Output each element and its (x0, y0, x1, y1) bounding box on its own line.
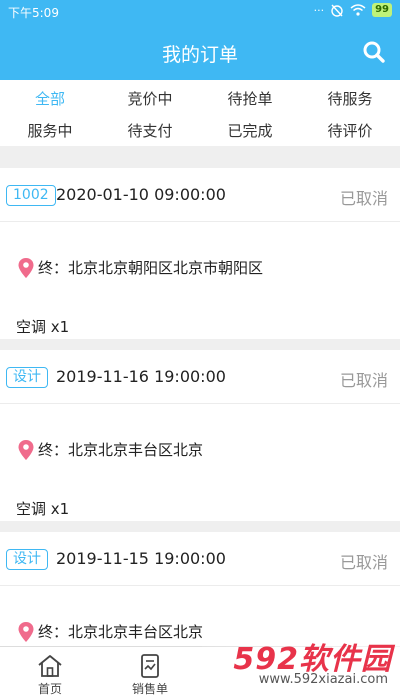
tab-bidding[interactable]: 竞价中 (100, 88, 200, 109)
order-item: 空调 x1 (16, 500, 70, 518)
watermark: 592软件园 www.592xiazai.com (202, 616, 400, 700)
dots-icon: ··· (313, 3, 325, 17)
tab-pending-grab[interactable]: 待抢单 (200, 88, 300, 109)
battery-icon: 99 (372, 3, 392, 17)
order-datetime: 2020-01-10 09:00:00 (56, 185, 226, 204)
order-address-text: 终：北京北京丰台区北京 (38, 441, 204, 459)
order-address: 终：北京北京朝阳区北京市朝阳区 (18, 257, 263, 278)
order-datetime: 2019-11-16 19:00:00 (56, 367, 226, 386)
order-address: 终：北京北京丰台区北京 (18, 439, 203, 460)
order-filter-tabs: 全部 竞价中 待抢单 待服务 服务中 待支付 已完成 待评价 (0, 80, 400, 146)
tab-pending-payment[interactable]: 待支付 (100, 120, 200, 141)
order-tag: 1002 (6, 185, 56, 206)
page-title: 我的订单 (161, 44, 238, 66)
app-header: 下午5:09 ··· 99 我的订单 (0, 0, 400, 80)
title-bar: 我的订单 (0, 28, 400, 76)
order-address: 终：北京北京丰台区北京 (18, 621, 203, 642)
status-time: 下午5:09 (8, 6, 59, 20)
tab-completed[interactable]: 已完成 (200, 120, 300, 141)
tab-all[interactable]: 全部 (0, 88, 100, 109)
wifi-icon (350, 4, 366, 16)
order-card[interactable]: 1002 2020-01-10 09:00:00 已取消 终：北京北京朝阳区北京… (0, 168, 400, 339)
search-icon[interactable] (362, 40, 386, 64)
home-icon (38, 655, 62, 677)
status-icons: ··· 99 (314, 3, 392, 17)
nav-home-label: 首页 (37, 682, 62, 696)
order-address-text: 终：北京北京丰台区北京 (38, 623, 204, 641)
location-pin-icon (18, 621, 34, 642)
order-status: 已取消 (339, 189, 388, 208)
order-header: 1002 2020-01-10 09:00:00 已取消 (0, 168, 400, 222)
order-item: 空调 x1 (16, 318, 70, 336)
alarm-off-icon (331, 4, 343, 17)
tab-pending-service[interactable]: 待服务 (300, 88, 400, 109)
nav-home[interactable]: 首页 (0, 647, 100, 700)
location-pin-icon (18, 257, 34, 278)
order-status: 已取消 (339, 371, 388, 390)
order-status: 已取消 (339, 553, 388, 572)
nav-sales-order-label: 销售单 (131, 682, 168, 696)
tab-in-service[interactable]: 服务中 (0, 120, 100, 141)
order-header: 设计 2019-11-15 19:00:00 已取消 (0, 532, 400, 586)
nav-sales-order[interactable]: 销售单 (100, 647, 200, 700)
watermark-url: www.592xiazai.com (258, 672, 388, 687)
order-tag: 设计 (6, 549, 48, 570)
location-pin-icon (18, 439, 34, 460)
order-address-text: 终：北京北京朝阳区北京市朝阳区 (38, 259, 264, 277)
order-card[interactable]: 设计 2019-11-16 19:00:00 已取消 终：北京北京丰台区北京 空… (0, 350, 400, 521)
order-header: 设计 2019-11-16 19:00:00 已取消 (0, 350, 400, 404)
order-tag: 设计 (6, 367, 48, 388)
status-bar: 下午5:09 ··· 99 (0, 0, 400, 22)
tab-pending-review[interactable]: 待评价 (300, 120, 400, 141)
order-datetime: 2019-11-15 19:00:00 (56, 549, 226, 568)
sales-order-icon (141, 654, 159, 678)
